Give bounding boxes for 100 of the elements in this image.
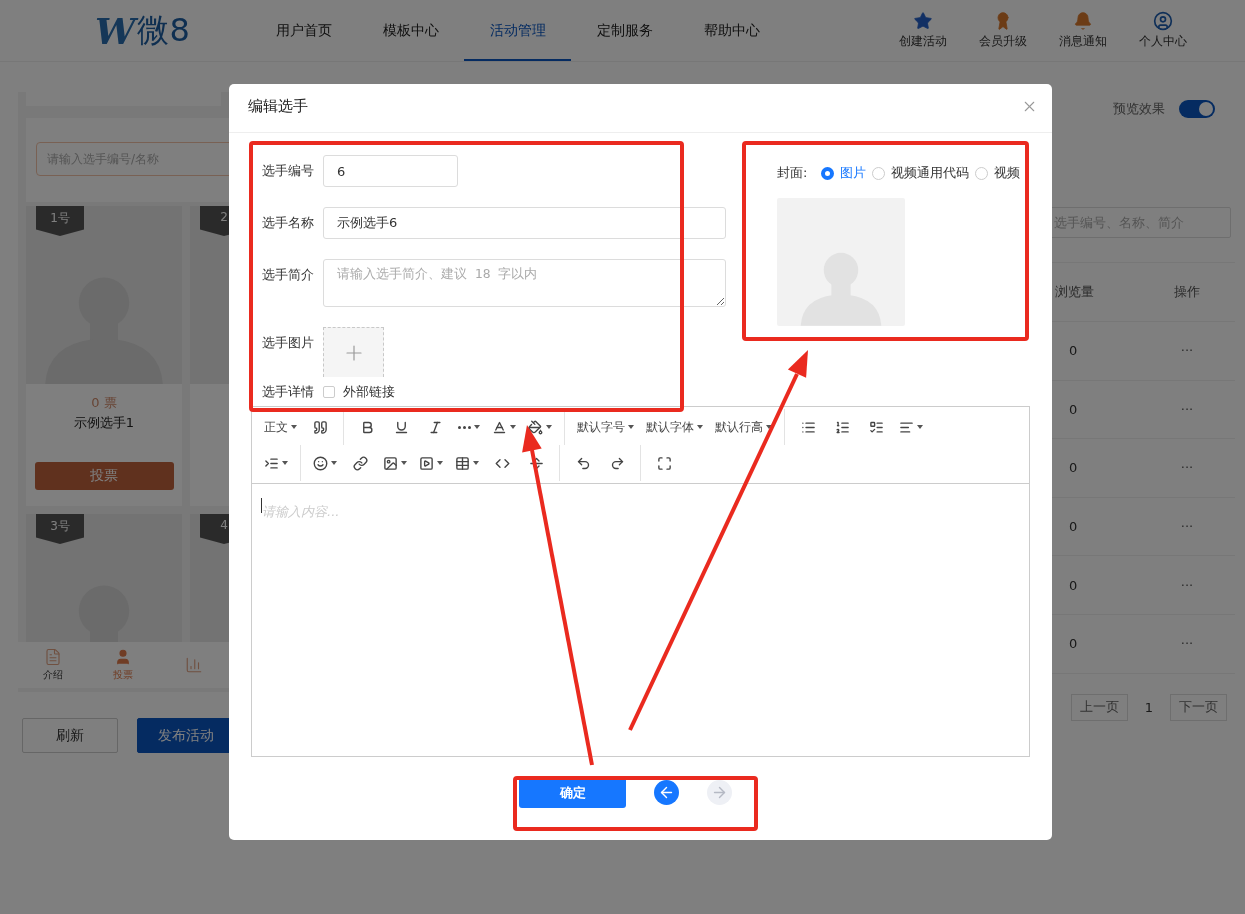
- header-action[interactable]: 会员升级: [973, 0, 1033, 61]
- radio-button[interactable]: [872, 166, 886, 180]
- radio-button[interactable]: [821, 166, 835, 180]
- fullscreen-icon: [656, 455, 672, 471]
- redo-icon: [609, 455, 625, 471]
- caret-icon: [291, 425, 297, 429]
- contestant-name: 示例选手1: [73, 414, 135, 432]
- field-label: 选手编号: [262, 162, 315, 180]
- underline-icon: [393, 419, 409, 435]
- preview-toggle[interactable]: [1179, 100, 1215, 118]
- table-cell-text: 0: [1068, 343, 1079, 359]
- document-icon: [44, 648, 63, 666]
- action-label: 会员升级: [979, 33, 1027, 50]
- arrow-right-icon: [711, 784, 728, 801]
- table-cell-text: 0: [1068, 636, 1079, 652]
- bar-chart-icon: [184, 656, 203, 674]
- vote-count: 0 票: [91, 394, 117, 412]
- bullet-list-icon: [800, 419, 816, 435]
- number-badge: 2: [200, 206, 229, 236]
- dialog-title: 编辑选手: [248, 96, 308, 116]
- table-cell-text: 0: [1068, 519, 1079, 535]
- caret-icon: [546, 425, 552, 429]
- page-number[interactable]: 1: [1142, 699, 1156, 715]
- caret-icon: [766, 425, 772, 429]
- number-badge: 1号: [36, 206, 84, 236]
- caret-icon: [917, 425, 923, 429]
- caret-icon: [510, 425, 516, 429]
- nav-tab[interactable]: 用户首页: [250, 0, 357, 61]
- quote-icon: [312, 419, 328, 435]
- nav-tab[interactable]: 模板中心: [357, 0, 464, 61]
- divider-icon: [528, 455, 544, 471]
- intro-field[interactable]: 请输入选手简介、建议 18 字以内: [323, 259, 726, 307]
- bell-icon: [1073, 11, 1093, 31]
- radio-label: 视频通用代码: [891, 164, 970, 182]
- number-badge: 4: [200, 514, 229, 544]
- nav-tab[interactable]: 定制服务: [571, 0, 678, 61]
- format-dropdown[interactable]: 默认行高: [709, 412, 778, 442]
- field-label: 选手图片: [262, 334, 315, 352]
- field-label: 选手名称: [262, 214, 315, 232]
- bottom-tab[interactable]: 投票: [88, 642, 159, 688]
- checkbox-label: 外部链接: [343, 383, 395, 401]
- radio-label: 图片: [840, 164, 867, 182]
- format-dropdown[interactable]: 默认字体: [640, 412, 709, 442]
- action-label: 个人中心: [1139, 33, 1187, 50]
- cover-label: 封面:: [777, 164, 808, 182]
- field-label: 选手简介: [262, 266, 315, 284]
- radio-label: 视频: [994, 164, 1021, 182]
- caret-icon: [697, 425, 703, 429]
- more-actions[interactable]: ···: [1145, 577, 1229, 593]
- column-header: 操作: [1173, 283, 1201, 301]
- previous-button[interactable]: [654, 780, 679, 805]
- nav-tab[interactable]: 帮助中心: [678, 0, 785, 61]
- header-action[interactable]: 个人中心: [1133, 0, 1193, 61]
- caret-icon: [628, 425, 634, 429]
- bottom-tab[interactable]: 介绍: [18, 642, 89, 688]
- header-action[interactable]: 消息通知: [1053, 0, 1113, 61]
- user-icon: [1153, 11, 1173, 31]
- caret-icon: [401, 461, 407, 465]
- italic-icon: [427, 419, 443, 435]
- nav-tab[interactable]: 活动管理: [464, 0, 571, 61]
- indent-icon: [264, 455, 279, 471]
- tab-label: 介绍: [43, 668, 64, 682]
- logo-text: 微8: [137, 9, 190, 51]
- link-icon: [352, 455, 368, 471]
- align-left-icon: [899, 419, 914, 435]
- refresh-button[interactable]: 刷新: [22, 718, 118, 753]
- text-cursor: [261, 498, 262, 513]
- video-icon: [419, 455, 434, 471]
- more-icon: [458, 425, 471, 429]
- vote-button[interactable]: 投票: [34, 462, 174, 490]
- toggle-label: 预览效果: [1113, 100, 1165, 118]
- more-actions[interactable]: ···: [1145, 401, 1229, 417]
- format-dropdown[interactable]: 默认字号: [571, 412, 640, 442]
- action-label: 创建活动: [899, 33, 947, 50]
- tab-label: 投票: [113, 668, 134, 682]
- caret-icon: [282, 461, 288, 465]
- column-header: 浏览量: [1054, 283, 1095, 301]
- table-cell-text: 0: [1068, 577, 1079, 593]
- caret-icon: [473, 461, 479, 465]
- caret-icon: [331, 461, 337, 465]
- number-field[interactable]: 6: [323, 155, 458, 187]
- more-actions[interactable]: ···: [1145, 519, 1229, 535]
- header-action[interactable]: 创建活动: [893, 0, 953, 61]
- font-color-icon: [492, 419, 507, 435]
- more-actions[interactable]: ···: [1145, 636, 1229, 652]
- smiley-icon: [313, 455, 328, 471]
- more-actions[interactable]: ···: [1145, 460, 1229, 476]
- format-dropdown[interactable]: 正文: [258, 412, 303, 442]
- action-label: 消息通知: [1059, 33, 1107, 50]
- table-cell-text: 0: [1068, 460, 1079, 476]
- name-field[interactable]: 示例选手6: [323, 207, 726, 239]
- more-actions[interactable]: ···: [1145, 343, 1229, 359]
- star-icon: [913, 11, 933, 31]
- radio-button[interactable]: [975, 166, 989, 180]
- checkbox[interactable]: [323, 386, 335, 398]
- image-icon: [383, 455, 398, 471]
- table-icon: [455, 455, 470, 471]
- caret-icon: [437, 461, 443, 465]
- number-badge: 3号: [36, 514, 84, 544]
- numbered-list-icon: [834, 419, 850, 435]
